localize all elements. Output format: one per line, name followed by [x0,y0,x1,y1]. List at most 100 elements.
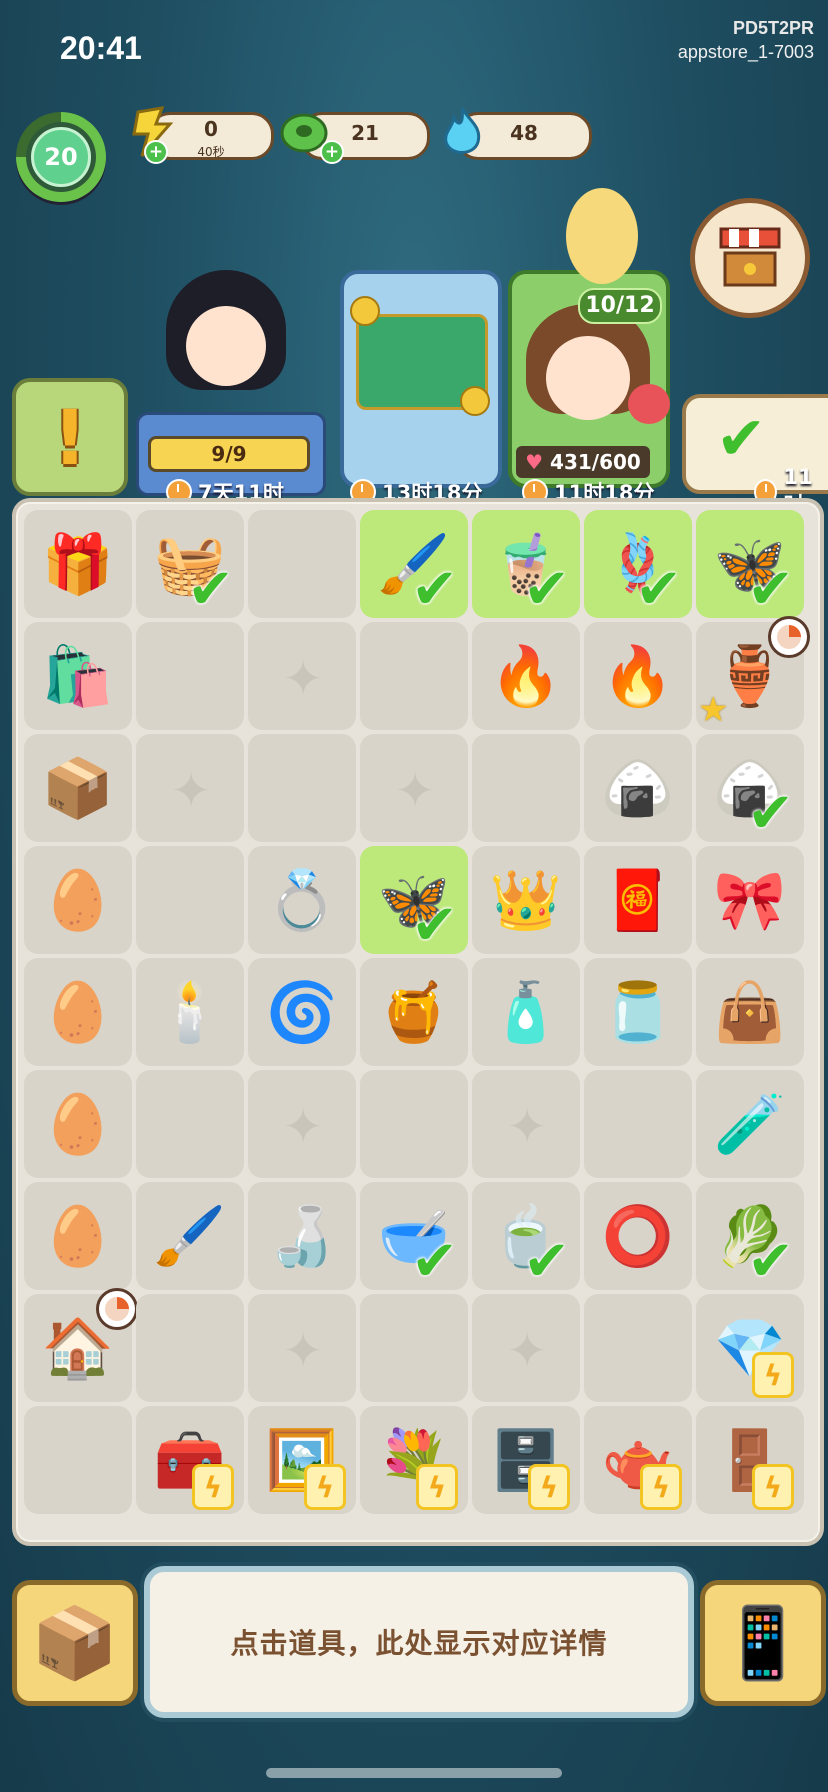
board-cell-gift-bag[interactable]: 🛍️ [24,622,132,730]
board-cell-paint-brush[interactable]: 🖌️ [136,1182,244,1290]
board-cell-glass-bottle[interactable]: 🍶 [248,1182,356,1290]
board-cell-empty[interactable] [136,734,244,842]
gift-box-icon: 🎁 [41,530,115,598]
perfume-bottle-icon: 🧪 [713,1090,787,1158]
board-cell-butterfly-hairpin[interactable]: 🦋 ✔ [360,846,468,958]
add-energy-button[interactable]: + [144,140,168,164]
board-cell-basket[interactable]: 🧺 ✔ [136,510,244,622]
board-cell-empty[interactable] [360,734,468,842]
merge-board: 🎁🧺✔🖌️✔🧋✔🪢✔🦋✔🛍️🔥🔥🏺★📦🍙🍙✔🥚💍🦋✔👑🧧🎀🥚🕯️🌀🍯🧴🫙👜🥚🧪🥚… [12,498,824,1546]
board-cell-gift-bag-green[interactable]: 👜 [696,958,804,1066]
board-cell-rice-dumpling[interactable]: 🍙 [584,734,692,842]
board-cell-wooden-cabinet[interactable]: 🗄️ ϟ [472,1406,580,1514]
board-cell-porcelain-cup[interactable]: 🍵 ✔ [472,1182,580,1294]
blue-flame-icon [434,104,490,160]
board-cell-empty[interactable] [472,734,580,842]
shop-button[interactable] [690,198,810,318]
gold-coin-icon [350,296,380,326]
board-cell-egg-tray-large[interactable]: 🥚 [24,846,132,954]
board-cell-empty[interactable] [360,1294,468,1402]
board-cell-red-painting[interactable]: 🖼️ ϟ [248,1406,356,1514]
board-cell-empty[interactable] [136,846,244,954]
star-icon: ★ [698,690,729,730]
board-cell-brush-pen[interactable]: 🖌️ ✔ [360,510,468,622]
board-cell-empty[interactable] [136,1070,244,1178]
board-cell-blue-flames-large[interactable]: 🔥 [584,622,692,730]
board-cell-red-envelope[interactable]: 🧧 [584,846,692,954]
board-cell-leek[interactable]: 🥬 ✔ [696,1182,804,1294]
alert-button[interactable]: ! [12,378,128,496]
board-cell-jade-earrings[interactable]: 💍 [248,846,356,954]
board-cell-rice-dumpling-pack[interactable]: 🍙 ✔ [696,734,804,846]
energy-bolt-icon: ϟ [304,1464,346,1510]
board-cell-perfume-bottle[interactable]: 🧪 [696,1070,804,1178]
board-cell-empty[interactable] [360,1070,468,1178]
character-portrait [546,336,630,420]
board-cell-empty[interactable] [248,1294,356,1402]
board-cell-jade-bracelet[interactable]: ⭕ [584,1182,692,1290]
player-level[interactable]: 20 [16,112,106,202]
board-cell-egg-tray-medium[interactable]: 🥚 [24,958,132,1066]
heart-icon: ♥ [525,450,544,474]
board-cell-empty[interactable] [24,1406,132,1514]
storage-box-button[interactable]: 📦 [12,1580,138,1706]
board-cell-tea-cup[interactable]: 🧋 ✔ [472,510,580,622]
board-cell-empty[interactable] [584,1294,692,1402]
check-icon: ✔ [747,557,794,622]
board-cell-bookshelf[interactable]: 🚪 ϟ [696,1406,804,1514]
paint-brush-icon: 🖌️ [153,1202,227,1270]
board-cell-butterfly-hairpin[interactable]: 🦋 ✔ [696,510,804,622]
board-cell-chinese-knot[interactable]: 🪢 ✔ [584,510,692,622]
map-button[interactable]: 📱 [700,1580,826,1706]
jade-bracelet-icon: ⭕ [601,1202,675,1270]
board-cell-gift-box[interactable]: 🎁 [24,510,132,618]
device-id: PD5T2PR [732,18,814,38]
board-cell-empty[interactable] [248,622,356,730]
check-icon: ✔ [411,557,458,622]
board-cell-small-bottle[interactable]: 🧴 [472,958,580,1066]
board-cell-incense-holder[interactable]: 🕯️ [136,958,244,1066]
board-cell-flower-pot[interactable]: 💐 ϟ [360,1406,468,1514]
board-cell-treasure-chest[interactable]: 🧰 ϟ [136,1406,244,1514]
board-cell-chicken-coop[interactable]: 🏠 [24,1288,138,1402]
sparkle-icon [283,651,323,707]
order-card-2[interactable] [340,270,502,488]
egg-tray-large-icon: 🥚 [41,866,115,934]
board-cell-empty[interactable] [136,622,244,730]
board-cell-empty[interactable] [136,1294,244,1402]
sparkle-icon [283,1323,323,1379]
add-jade-button[interactable]: + [320,140,344,164]
board-cell-golden-crown[interactable]: 👑 [472,846,580,954]
board-cell-red-knot[interactable]: 🎀 [696,846,804,954]
cooldown-timer-icon [768,616,810,658]
board-cell-egg[interactable]: 🥚 [24,1182,132,1290]
board-cell-egg-tray-small[interactable]: 🥚 [24,1070,132,1178]
board-cell-empty[interactable] [248,734,356,842]
board-cell-honey-jar[interactable]: 🍯 [360,958,468,1066]
home-indicator [266,1768,562,1778]
carrier-label: appstore_1-7003 [677,42,814,62]
check-icon: ✔ [747,781,794,846]
board-cell-empty[interactable] [472,1294,580,1402]
level-ring: 20 [26,122,96,192]
board-cell-porcelain-bowl[interactable]: 🥣 ✔ [360,1182,468,1294]
board-cell-empty[interactable] [248,510,356,618]
heart-balloon-icon [628,384,670,424]
board-cell-jewelry-box[interactable]: 💎 ϟ [696,1294,804,1402]
board-cell-empty[interactable] [472,1070,580,1178]
check-icon: ✔ [716,404,767,474]
board-cell-small-box[interactable]: 📦 [24,734,132,842]
board-cell-incense-coil[interactable]: 🌀 [248,958,356,1066]
board-cell-treasure-bowl[interactable]: 🏺 ★ [696,616,810,730]
sparkle-icon [171,763,211,819]
item-info-panel: 点击道具，此处显示对应详情 [144,1566,694,1718]
status-time: 20:41 [60,30,142,66]
board-cell-empty[interactable] [360,622,468,730]
board-cell-empty[interactable] [248,1070,356,1178]
blue-flames-large-icon: 🔥 [601,642,675,710]
board-cell-pickle-jar[interactable]: 🫙 [584,958,692,1066]
board-cell-empty[interactable] [584,1070,692,1178]
check-icon: ✔ [187,557,234,622]
board-cell-tea-set[interactable]: 🫖 ϟ [584,1406,692,1514]
board-cell-blue-flames[interactable]: 🔥 [472,622,580,730]
